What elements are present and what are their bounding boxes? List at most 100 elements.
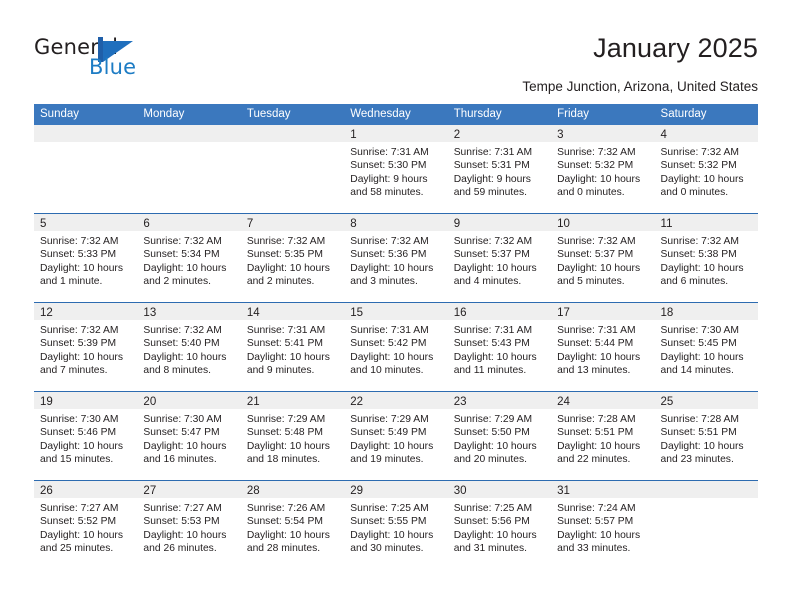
calendar-day-cell[interactable]: 27 Sunrise: 7:27 AM Sunset: 5:53 PM Dayligh… [137,481,241,569]
daylight-duration-text: Daylight: 10 hours and 33 minutes. [557,529,641,555]
calendar-day-cell-empty [654,481,758,569]
day-details: Sunrise: 7:32 AM Sunset: 5:37 PM Daylight:… [448,231,551,289]
calendar-day-cell[interactable]: 20 Sunrise: 7:30 AM Sunset: 5:47 PM Dayligh… [137,392,241,480]
calendar-day-cell[interactable]: 18 Sunrise: 7:30 AM Sunset: 5:45 PM Dayligh… [654,303,758,391]
calendar-day-cell[interactable]: 7 Sunrise: 7:32 AM Sunset: 5:35 PM Daylight… [240,214,345,302]
day-number: 1 [350,129,357,141]
calendar-day-cell[interactable]: 22 Sunrise: 7:29 AM Sunset: 5:49 PM Dayligh… [344,392,448,480]
calendar-day-cell[interactable]: 26 Sunrise: 7:27 AM Sunset: 5:52 PM Dayligh… [34,481,138,569]
calendar-day-cell[interactable]: 3 Sunrise: 7:32 AM Sunset: 5:32 PM Daylight… [551,125,655,213]
day-number-band: 17 [551,303,655,320]
day-details: Sunrise: 7:30 AM Sunset: 5:47 PM Daylight:… [137,409,240,467]
sunrise-text: Sunrise: 7:31 AM [453,325,533,336]
calendar-day-cell[interactable]: 11 Sunrise: 7:32 AM Sunset: 5:38 PM Dayligh… [654,214,758,302]
calendar-day-cell[interactable]: 28 Sunrise: 7:26 AM Sunset: 5:54 PM Dayligh… [240,481,345,569]
day-number: 10 [557,218,570,230]
calendar-day-cell[interactable]: 14 Sunrise: 7:31 AM Sunset: 5:41 PM Dayligh… [240,303,345,391]
calendar-day-cell[interactable]: 16 Sunrise: 7:31 AM Sunset: 5:43 PM Dayligh… [447,303,552,391]
day-number: 9 [453,218,461,230]
day-details: Sunrise: 7:31 AM Sunset: 5:42 PM Daylight:… [344,320,447,378]
day-number: 28 [246,485,260,497]
day-details: Sunrise: 7:29 AM Sunset: 5:50 PM Daylight:… [448,409,551,467]
sunset-text: Sunset: 5:45 PM [660,338,737,350]
sunrise-text: Sunrise: 7:24 AM [557,503,636,514]
day-details: Sunrise: 7:28 AM Sunset: 5:51 PM Daylight:… [655,409,758,467]
day-number: 5 [40,218,47,230]
calendar-day-cell[interactable]: 6 Sunrise: 7:32 AM Sunset: 5:34 PM Daylight… [137,214,241,302]
calendar-day-cell[interactable]: 13 Sunrise: 7:32 AM Sunset: 5:40 PM Dayligh… [137,303,241,391]
weekday-header-friday: Friday [557,108,590,120]
day-details: Sunrise: 7:31 AM Sunset: 5:43 PM Daylight:… [448,320,551,378]
calendar-day-cell[interactable]: 9 Sunrise: 7:32 AM Sunset: 5:37 PM Daylight… [447,214,552,302]
sunset-text: Sunset: 5:35 PM [246,249,323,261]
daylight-duration-text: Daylight: 10 hours and 9 minutes. [246,351,330,377]
day-details: Sunrise: 7:31 AM Sunset: 5:44 PM Daylight:… [551,320,654,378]
day-number: 17 [557,307,570,319]
logo-text-blue: Blue [89,55,137,79]
sunset-text: Sunset: 5:51 PM [660,427,737,439]
day-number: 19 [40,396,53,408]
sunset-text: Sunset: 5:56 PM [453,516,530,528]
day-details: Sunrise: 7:24 AM Sunset: 5:57 PM Daylight:… [551,498,654,556]
day-details: Sunrise: 7:28 AM Sunset: 5:51 PM Daylight:… [551,409,654,467]
calendar-day-cell[interactable]: 17 Sunrise: 7:31 AM Sunset: 5:44 PM Dayligh… [551,303,655,391]
day-number: 23 [453,396,467,408]
sunset-text: Sunset: 5:55 PM [350,516,427,528]
calendar-day-cell-empty [34,125,138,213]
sunset-text: Sunset: 5:48 PM [246,427,323,439]
day-number: 4 [660,129,667,141]
day-number: 31 [557,485,570,497]
day-number-band: 23 [447,392,552,409]
sunrise-text: Sunrise: 7:32 AM [40,325,119,336]
day-number: 15 [350,307,364,319]
sunrise-text: Sunrise: 7:27 AM [143,503,222,514]
calendar-day-cell[interactable]: 29 Sunrise: 7:25 AM Sunset: 5:55 PM Dayligh… [344,481,448,569]
day-number-band: 10 [551,214,655,231]
daylight-duration-text: Daylight: 10 hours and 1 minute. [40,262,123,288]
calendar-day-cell[interactable]: 12 Sunrise: 7:32 AM Sunset: 5:39 PM Dayligh… [34,303,138,391]
sunrise-text: Sunrise: 7:28 AM [557,414,636,425]
day-number-band: 22 [344,392,448,409]
calendar-week-row: 12 Sunrise: 7:32 AM Sunset: 5:39 PM Dayligh… [34,302,758,391]
calendar-day-cell[interactable]: 4 Sunrise: 7:32 AM Sunset: 5:32 PM Daylight… [654,125,758,213]
day-number: 6 [143,218,150,230]
calendar-day-cell[interactable]: 1 Sunrise: 7:31 AM Sunset: 5:30 PM Daylight… [344,125,448,213]
daylight-duration-text: Daylight: 9 hours and 59 minutes. [453,173,531,199]
sunrise-text: Sunrise: 7:31 AM [350,325,429,336]
day-number: 14 [246,307,260,319]
calendar-day-cell[interactable]: 21 Sunrise: 7:29 AM Sunset: 5:48 PM Dayligh… [240,392,345,480]
calendar-day-cell[interactable]: 23 Sunrise: 7:29 AM Sunset: 5:50 PM Dayligh… [447,392,552,480]
calendar-day-cell[interactable]: 10 Sunrise: 7:32 AM Sunset: 5:37 PM Dayligh… [551,214,655,302]
general-blue-logo[interactable]: General Blue [34,36,224,84]
sunset-text: Sunset: 5:30 PM [350,160,427,172]
calendar-page: General Blue January 2025 Tempe Junction… [0,0,792,612]
daylight-duration-text: Daylight: 10 hours and 26 minutes. [143,529,227,555]
sunrise-text: Sunrise: 7:32 AM [557,236,636,247]
sunset-text: Sunset: 5:34 PM [143,249,220,261]
day-details: Sunrise: 7:29 AM Sunset: 5:48 PM Daylight:… [241,409,344,467]
calendar-week-row: 19 Sunrise: 7:30 AM Sunset: 5:46 PM Dayligh… [34,391,758,480]
calendar-day-cell[interactable]: 15 Sunrise: 7:31 AM Sunset: 5:42 PM Dayligh… [344,303,448,391]
sunrise-text: Sunrise: 7:25 AM [453,503,533,514]
day-details: Sunrise: 7:31 AM Sunset: 5:30 PM Daylight:… [344,142,447,200]
day-number-band: 15 [344,303,448,320]
sunset-text: Sunset: 5:32 PM [557,160,634,172]
sunset-text: Sunset: 5:37 PM [453,249,530,261]
calendar-day-cell[interactable]: 31 Sunrise: 7:24 AM Sunset: 5:57 PM Dayligh… [551,481,655,569]
weekday-header-saturday: Saturday [660,108,707,120]
sunrise-text: Sunrise: 7:30 AM [143,414,222,425]
calendar-day-cell[interactable]: 5 Sunrise: 7:32 AM Sunset: 5:33 PM Daylight… [34,214,138,302]
daylight-duration-text: Daylight: 10 hours and 20 minutes. [453,440,537,466]
calendar-day-cell[interactable]: 24 Sunrise: 7:28 AM Sunset: 5:51 PM Dayligh… [551,392,655,480]
daylight-duration-text: Daylight: 10 hours and 8 minutes. [143,351,227,377]
sunrise-sunset-calendar: Sunday Monday Tuesday Wednesday Thursday Frid… [34,104,758,569]
calendar-day-cell[interactable]: 2 Sunrise: 7:31 AM Sunset: 5:31 PM Daylight… [447,125,552,213]
day-number-band: 6 [137,214,241,231]
calendar-day-cell[interactable]: 25 Sunrise: 7:28 AM Sunset: 5:51 PM Dayligh… [654,392,758,480]
calendar-day-cell[interactable]: 30 Sunrise: 7:25 AM Sunset: 5:56 PM Dayligh… [447,481,552,569]
day-details: Sunrise: 7:27 AM Sunset: 5:53 PM Daylight:… [137,498,240,556]
sunset-text: Sunset: 5:32 PM [660,160,737,172]
calendar-day-cell[interactable]: 19 Sunrise: 7:30 AM Sunset: 5:46 PM Dayligh… [34,392,138,480]
sunrise-text: Sunrise: 7:32 AM [246,236,326,247]
calendar-day-cell[interactable]: 8 Sunrise: 7:32 AM Sunset: 5:36 PM Daylight… [344,214,448,302]
